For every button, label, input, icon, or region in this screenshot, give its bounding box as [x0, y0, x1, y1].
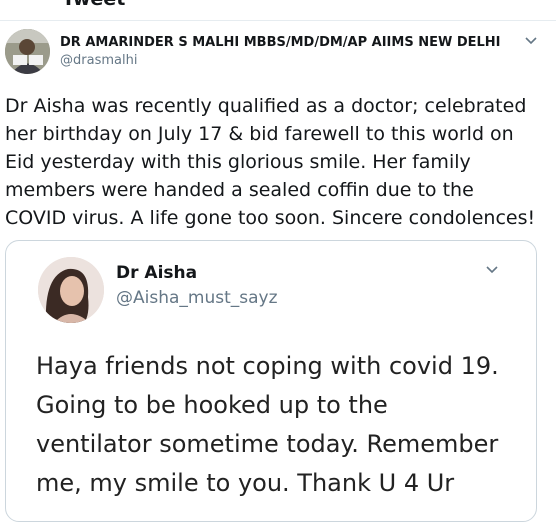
quoted-tweet-card[interactable]: Dr Aisha @Aisha_must_sayz Haya friends n…	[5, 240, 537, 522]
chevron-down-icon[interactable]	[524, 34, 538, 48]
tweet-text-line: COVID virus. A life gone too soon. Since…	[5, 207, 536, 229]
tweet-text: Dr Aisha was recently qualified as a doc…	[5, 92, 550, 232]
tweet-text-line: members were handed a sealed coffin due …	[5, 179, 474, 201]
author-name[interactable]: DR AMARINDER S MALHI MBBS/MD/DM/AP AIIMS…	[60, 35, 501, 50]
tweet-text-line: her birthday on July 17 & bid farewell t…	[5, 123, 514, 145]
tweet-text-line: Dr Aisha was recently qualified as a doc…	[5, 95, 527, 117]
quoted-author-avatar[interactable]	[38, 257, 104, 323]
quoted-tweet-text: Haya friends not coping with covid 19. G…	[36, 347, 536, 503]
chevron-down-icon[interactable]	[485, 263, 499, 277]
author-avatar[interactable]	[5, 29, 50, 74]
quoted-author-name[interactable]: Dr Aisha	[116, 263, 197, 283]
tweet-text-line: Eid yesterday with this glorious smile. …	[5, 151, 471, 173]
author-handle[interactable]: @drasmalhi	[60, 53, 137, 68]
quoted-text-line: ventilator sometime today. Remember	[36, 430, 499, 458]
quoted-text-line: Haya friends not coping with covid 19.	[36, 352, 499, 380]
quoted-text-line: me, my smile to you. Thank U 4 Ur	[36, 469, 455, 497]
page-header: Tweet	[0, 0, 556, 21]
quoted-text-line: Going to be hooked up to the	[36, 391, 388, 419]
quoted-author-handle[interactable]: @Aisha_must_sayz	[116, 288, 278, 308]
page-title: Tweet	[62, 0, 125, 10]
